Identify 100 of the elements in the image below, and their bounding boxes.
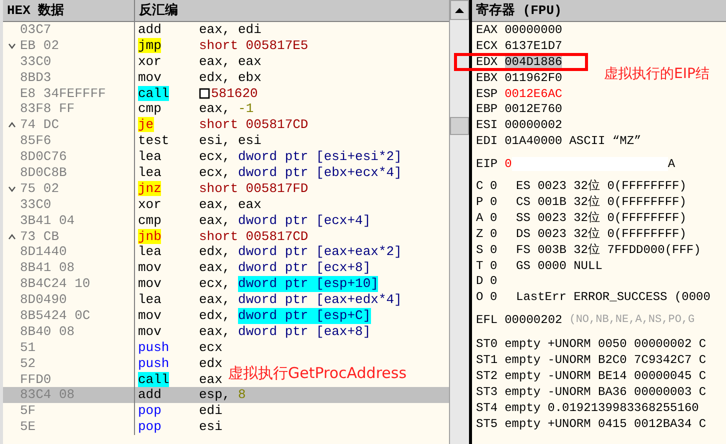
segment-info: CS 001B 32位 0(FFFFFFFF): [516, 194, 686, 210]
hex-bytes: 8D0C76: [20, 149, 67, 164]
disasm-row[interactable]: 8D1440 lea edx, dword ptr [eax+eax*2]: [3, 244, 449, 260]
operand: 581620: [211, 86, 258, 102]
mnemonic: je: [138, 117, 154, 132]
hex-bytes: FFD0: [20, 372, 52, 387]
mnemonic: xor: [138, 54, 162, 69]
fpu-value[interactable]: -UNORM BE14 00000045 C: [548, 368, 706, 384]
flag-value[interactable]: 0: [490, 273, 512, 290]
flag-value[interactable]: 0: [490, 289, 512, 306]
operand: dword ptr [ebx+ecx*4]: [238, 165, 402, 181]
disasm-row[interactable]: 83F8 FF cmp eax, -1: [3, 101, 449, 118]
disasm-row[interactable]: 03C7 add eax, edi: [3, 22, 449, 38]
register-value[interactable]: 0012E6AC: [504, 86, 562, 102]
disasm-row[interactable]: 83C4 08 add esp, 8: [3, 387, 449, 404]
flag-value[interactable]: 0: [490, 210, 512, 226]
hex-bytes: 33C0: [20, 54, 52, 69]
hex-bytes: 3B41 04: [20, 212, 75, 228]
hex-bytes: 74 DC: [20, 117, 60, 132]
mnemonic: call: [138, 86, 170, 101]
fpu-tag: empty: [504, 336, 541, 352]
scroll-thumb[interactable]: [450, 117, 469, 135]
flag-name: D: [476, 273, 484, 290]
segment-info: DS 0023 32位 0(FFFFFFFF): [516, 226, 686, 242]
hex-bytes: 83C4 08: [20, 387, 75, 402]
flag-value[interactable]: 0: [490, 178, 512, 194]
disasm-row[interactable]: 85F6 test esi, esi: [3, 133, 449, 150]
disasm-row[interactable]: 5F pop edi: [3, 403, 449, 420]
mnemonic: mov: [138, 324, 162, 339]
operand: dword ptr [ecx+4]: [238, 212, 371, 229]
flags-detail: (NO,NB,NE,A,NS,PO,G: [569, 313, 695, 328]
mnemonic: push: [138, 340, 170, 355]
disasm-row[interactable]: 5E pop esi: [3, 419, 449, 436]
disasm-row[interactable]: 74 DC je short 005817CD: [3, 117, 449, 134]
operand: ecx,: [199, 276, 232, 292]
fpu-value[interactable]: +UNORM 0050 00000002 C: [548, 336, 706, 352]
fpu-value[interactable]: +UNORM 0415 0012BA34 C: [548, 416, 706, 432]
disasm-row[interactable]: 8D0490 lea eax, dword ptr [eax+edx*4]: [3, 292, 449, 308]
disasm-row[interactable]: 8BD3 mov edx, ebx: [3, 70, 449, 86]
disasm-row[interactable]: 8B5424 0C mov edx, dword ptr [esp+C]: [3, 308, 449, 324]
segment-info: GS 0000 NULL: [516, 258, 602, 274]
hex-bytes: 51: [20, 340, 36, 355]
register-value[interactable]: 0: [504, 156, 512, 172]
mnemonic: lea: [138, 292, 162, 308]
register-value[interactable]: 00000202: [504, 312, 562, 328]
fpu-value[interactable]: 0.0192139983368255160: [548, 400, 699, 416]
hex-bytes: E8 34FEFFFF: [20, 86, 106, 101]
segment-info: FS 003B 32位 7FFDD000(FFF): [516, 242, 701, 258]
disasm-row[interactable]: 8B4C24 10 mov ecx, dword ptr [esp+10]: [3, 276, 449, 292]
disasm-row[interactable]: EB 02 jmp short 005817E5: [3, 38, 449, 54]
register-value: A: [668, 156, 676, 172]
column-header[interactable]: 反汇编: [135, 0, 449, 21]
register-value[interactable]: 00000002: [504, 117, 562, 134]
mnemonic: lea: [138, 149, 162, 164]
flag-name: A: [476, 210, 484, 226]
register-value[interactable]: 01A40000: [504, 133, 562, 150]
scroll-up-button[interactable]: [450, 0, 469, 20]
fpu-value[interactable]: -UNORM BA36 00000003 C: [548, 384, 706, 400]
register-value[interactable]: 00000000: [504, 22, 562, 38]
hex-bytes: EB 02: [20, 38, 60, 53]
disasm-row[interactable]: 3B41 04 cmp eax, dword ptr [ecx+4]: [3, 212, 449, 229]
hex-bytes: 8B5424 0C: [20, 308, 90, 324]
mnemonic: xor: [138, 196, 162, 212]
column-header[interactable]: HEX 数据: [3, 0, 135, 21]
panel-header: 寄存器 (FPU): [472, 0, 726, 22]
operand: short 005817FD: [199, 180, 308, 197]
disasm-row[interactable]: 75 02 jnz short 005817FD: [3, 180, 449, 197]
register-value[interactable]: 0012E760: [504, 101, 562, 118]
disasm-row[interactable]: 51 push ecx: [3, 340, 449, 356]
fpu-tag: empty: [504, 368, 541, 384]
register-value[interactable]: 6137E1D7: [504, 38, 562, 54]
disasm-row[interactable]: E8 34FEFFFF call 581620: [3, 86, 449, 102]
disasm-row[interactable]: 33C0 xor eax, eax: [3, 54, 449, 70]
disasm-row[interactable]: 8D0C76 lea ecx, dword ptr [esi+esi*2]: [3, 149, 449, 166]
hex-bytes: 8D0C8B: [20, 165, 67, 180]
register-value[interactable]: 011962F0: [504, 70, 562, 86]
flag-value[interactable]: 0: [490, 258, 512, 274]
operand: edx, ebx: [199, 70, 262, 86]
operand: dword ptr [eax+edx*4]: [238, 292, 402, 308]
disasm-row[interactable]: 33C0 xor eax, eax: [3, 196, 449, 213]
flag-value[interactable]: 0: [490, 226, 512, 242]
register-name: EIP: [476, 156, 498, 172]
disasm-row[interactable]: 8B40 08 mov eax, dword ptr [eax+8]: [3, 324, 449, 340]
fpu-tag: empty: [504, 416, 541, 432]
flag-value[interactable]: 0: [490, 242, 512, 258]
mnemonic: lea: [138, 165, 162, 180]
annotation-text: 虚拟执行GetProcAddress: [228, 363, 407, 384]
disasm-row[interactable]: 8B41 08 mov eax, dword ptr [ecx+8]: [3, 260, 449, 276]
up-arrow-icon: [455, 8, 464, 12]
segment-info: LastErr ERROR_SUCCESS (0000: [516, 289, 710, 306]
mnemonic: pop: [138, 419, 162, 434]
fpu-value[interactable]: -UNORM B2C0 7C9342C7 C: [548, 352, 706, 368]
operand: esi, esi: [199, 133, 262, 150]
disasm-row[interactable]: 8D0C8B lea ecx, dword ptr [ebx+ecx*4]: [3, 165, 449, 181]
mnemonic: jnz: [138, 180, 162, 196]
disasm-row[interactable]: 73 CB jnb short 005817CD: [3, 228, 449, 244]
scrollbar[interactable]: [449, 0, 469, 444]
register-name: EAX: [476, 22, 498, 38]
operand: short 005817CD: [199, 228, 308, 244]
flag-value[interactable]: 0: [490, 194, 512, 210]
